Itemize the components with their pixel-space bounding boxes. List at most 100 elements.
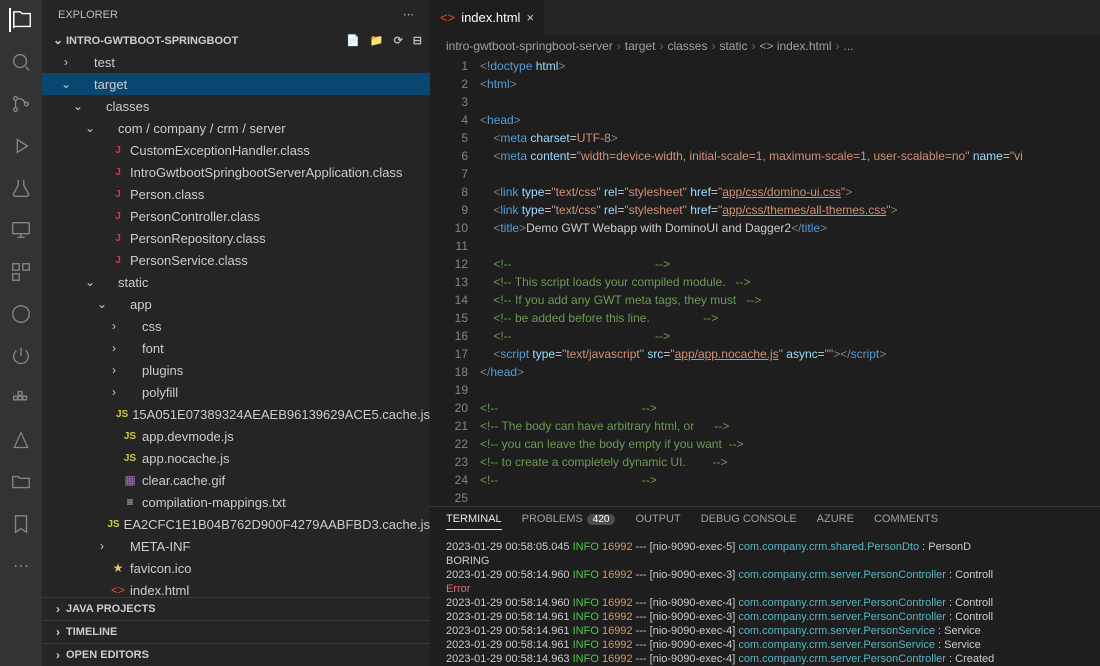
terminal-tab[interactable]: PROBLEMS420	[522, 513, 616, 530]
tree-item-label: font	[142, 341, 164, 356]
tree-item[interactable]: ⌄ app	[42, 293, 430, 315]
tree-item[interactable]: ★favicon.ico	[42, 557, 430, 579]
debug-icon[interactable]	[9, 134, 33, 158]
tree-item[interactable]: JCustomExceptionHandler.class	[42, 139, 430, 161]
terminal-output[interactable]: 2023-01-29 00:58:05.045 INFO 16992 --- […	[430, 536, 1100, 666]
tree-item[interactable]: JS15A051E07389324AEAEB96139629ACE5.cache…	[42, 403, 430, 425]
terminal-panel: TERMINAL PROBLEMS420 OUTPUT DEBUG CONSOLE AZ…	[430, 506, 1100, 666]
code-editor[interactable]: 1234567891011121314151617181920212223242…	[430, 57, 1100, 506]
code-line: <!-- This script loads your compiled mod…	[480, 273, 1100, 291]
breadcrumb-item[interactable]: intro-gwtboot-springboot-server	[446, 39, 613, 53]
chevron-icon[interactable]: ⌄	[82, 121, 98, 135]
remote-icon[interactable]	[9, 218, 33, 242]
tree-item[interactable]: ⌄classes	[42, 95, 430, 117]
tree-item[interactable]: ›test	[42, 51, 430, 73]
power-icon[interactable]	[9, 344, 33, 368]
folder-icon[interactable]	[9, 470, 33, 494]
test-icon[interactable]	[9, 176, 33, 200]
breadcrumb-item[interactable]: ...	[844, 39, 854, 53]
code-line: <!-- The body can have arbitrary html, o…	[480, 417, 1100, 435]
breadcrumb-item[interactable]: static	[719, 39, 747, 53]
line-number: 7	[430, 165, 468, 183]
terminal-tab[interactable]: DEBUG CONSOLE	[701, 513, 797, 530]
terminal-tab[interactable]: COMMENTS	[874, 513, 938, 530]
chevron-icon[interactable]: ›	[106, 341, 122, 355]
tree-item[interactable]: ⌄ target	[42, 73, 430, 95]
refresh-icon[interactable]: ⟳	[394, 34, 403, 47]
close-icon[interactable]: ×	[526, 10, 534, 25]
tree-item[interactable]: JSEA2CFC1E1B04B762D900F4279AABFBD3.cache…	[42, 513, 430, 535]
terminal-tab[interactable]: OUTPUT	[635, 513, 680, 530]
collapsed-section[interactable]: › JAVA PROJECTS	[42, 597, 430, 620]
liveshare-icon[interactable]	[9, 302, 33, 326]
tree-item[interactable]: ⌄com / company / crm / server	[42, 117, 430, 139]
chevron-icon[interactable]: ⌄	[82, 275, 98, 289]
tree-item[interactable]: › font	[42, 337, 430, 359]
tree-item[interactable]: ≡compilation-mappings.txt	[42, 491, 430, 513]
chevron-icon[interactable]: ›	[58, 55, 74, 69]
collapsed-section[interactable]: › TIMELINE	[42, 620, 430, 643]
extensions-icon[interactable]	[9, 260, 33, 284]
bookmark-icon[interactable]	[9, 512, 33, 536]
tree-item[interactable]: ⌄static	[42, 271, 430, 293]
tree-item[interactable]: JPersonService.class	[42, 249, 430, 271]
tree-item[interactable]: <>index.html	[42, 579, 430, 597]
java-icon: J	[110, 189, 126, 200]
docker-icon[interactable]	[9, 386, 33, 410]
tree-item-label: index.html	[130, 583, 189, 598]
tree-item[interactable]: JSapp.devmode.js	[42, 425, 430, 447]
collapsed-section[interactable]: › OPEN EDITORS	[42, 643, 430, 666]
code-line: <!doctype html>	[480, 57, 1100, 75]
tab-index-html[interactable]: <> index.html ×	[430, 0, 544, 35]
line-number: 2	[430, 75, 468, 93]
code-line: <!-- If you add any GWT meta tags, they …	[480, 291, 1100, 309]
terminal-tab[interactable]: TERMINAL	[446, 513, 502, 530]
line-number: 21	[430, 417, 468, 435]
code-line: <!-- to create a completely dynamic UI. …	[480, 453, 1100, 471]
tree-item[interactable]: JIntroGwtbootSpringbootServerApplication…	[42, 161, 430, 183]
code-line: <!-- -->	[480, 399, 1100, 417]
tree-item[interactable]: ›polyfill	[42, 381, 430, 403]
breadcrumb-item[interactable]: <> index.html	[759, 39, 831, 53]
chevron-icon[interactable]: ›	[106, 319, 122, 333]
search-icon[interactable]	[9, 50, 33, 74]
js-icon: JS	[107, 519, 119, 530]
chevron-icon[interactable]: ⌄	[94, 297, 110, 311]
tree-item-label: app	[130, 297, 152, 312]
tree-item[interactable]: ›css	[42, 315, 430, 337]
code-line	[480, 93, 1100, 111]
tree-item[interactable]: ▦clear.cache.gif	[42, 469, 430, 491]
tree-item[interactable]: JPerson.class	[42, 183, 430, 205]
chevron-icon[interactable]: ›	[106, 363, 122, 377]
new-folder-icon[interactable]: 📁	[370, 34, 384, 47]
tree-item-label: target	[94, 77, 127, 92]
chevron-icon[interactable]: ⌄	[58, 77, 74, 91]
tree-item[interactable]: ›META-INF	[42, 535, 430, 557]
tree-item-label: app.devmode.js	[142, 429, 234, 444]
chevron-down-icon[interactable]: ⌄	[50, 33, 66, 47]
sidebar-more-icon[interactable]: ⋯	[403, 8, 414, 21]
chevron-icon[interactable]: ⌄	[70, 99, 86, 113]
new-file-icon[interactable]: 📄	[346, 34, 360, 47]
terminal-tab[interactable]: AZURE	[817, 513, 854, 530]
breadcrumbs[interactable]: intro-gwtboot-springboot-server › target…	[430, 35, 1100, 57]
collapse-icon[interactable]: ⊟	[413, 34, 422, 47]
tab-label: index.html	[461, 10, 520, 25]
source-control-icon[interactable]	[9, 92, 33, 116]
chevron-right-icon: ›	[50, 625, 66, 639]
tree-item[interactable]: JPersonController.class	[42, 205, 430, 227]
line-number: 8	[430, 183, 468, 201]
more-icon[interactable]: ⋯	[9, 554, 33, 578]
explorer-icon[interactable]	[9, 8, 33, 32]
chevron-icon[interactable]: ›	[106, 385, 122, 399]
azure-icon[interactable]	[9, 428, 33, 452]
tree-item-label: app.nocache.js	[142, 451, 229, 466]
tree-item[interactable]: JPersonRepository.class	[42, 227, 430, 249]
breadcrumb-item[interactable]: classes	[667, 39, 707, 53]
tree-item[interactable]: ›plugins	[42, 359, 430, 381]
tree-item-label: PersonRepository.class	[130, 231, 266, 246]
js-icon: JS	[116, 409, 128, 420]
chevron-icon[interactable]: ›	[94, 539, 110, 553]
breadcrumb-item[interactable]: target	[625, 39, 656, 53]
tree-item[interactable]: JSapp.nocache.js	[42, 447, 430, 469]
